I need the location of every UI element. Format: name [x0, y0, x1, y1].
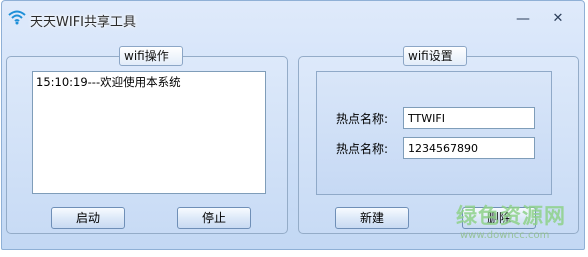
close-button[interactable]: ✕: [549, 11, 567, 29]
watermark: 绿色资源网 www.downcc.com: [456, 200, 588, 248]
new-button[interactable]: 新建: [335, 207, 409, 229]
wifi-operation-legend: wifi操作: [119, 46, 183, 66]
hotspot-name-input[interactable]: [403, 107, 535, 129]
watermark-url: www.downcc.com: [460, 230, 550, 241]
hotspot-name-label: 热点名称:: [336, 112, 389, 126]
start-button[interactable]: 启动: [51, 207, 125, 229]
minimize-button[interactable]: —: [514, 11, 532, 29]
log-textbox[interactable]: 15:10:19---欢迎使用本系统: [32, 71, 266, 194]
wifi-operation-panel: wifi操作 15:10:19---欢迎使用本系统 启动 停止: [6, 46, 288, 234]
stop-button[interactable]: 停止: [177, 207, 251, 229]
hotspot-password-input[interactable]: [403, 137, 535, 159]
settings-group: 热点名称: 热点名称:: [316, 71, 552, 195]
title-bar[interactable]: 天天WIFI共享工具 — ✕: [2, 1, 584, 41]
wifi-icon: [8, 10, 26, 25]
window-title: 天天WIFI共享工具: [30, 15, 136, 30]
hotspot-password-label: 热点名称:: [336, 142, 389, 156]
wifi-settings-legend: wifi设置: [403, 46, 467, 66]
watermark-text: 绿色资源网: [456, 204, 566, 228]
